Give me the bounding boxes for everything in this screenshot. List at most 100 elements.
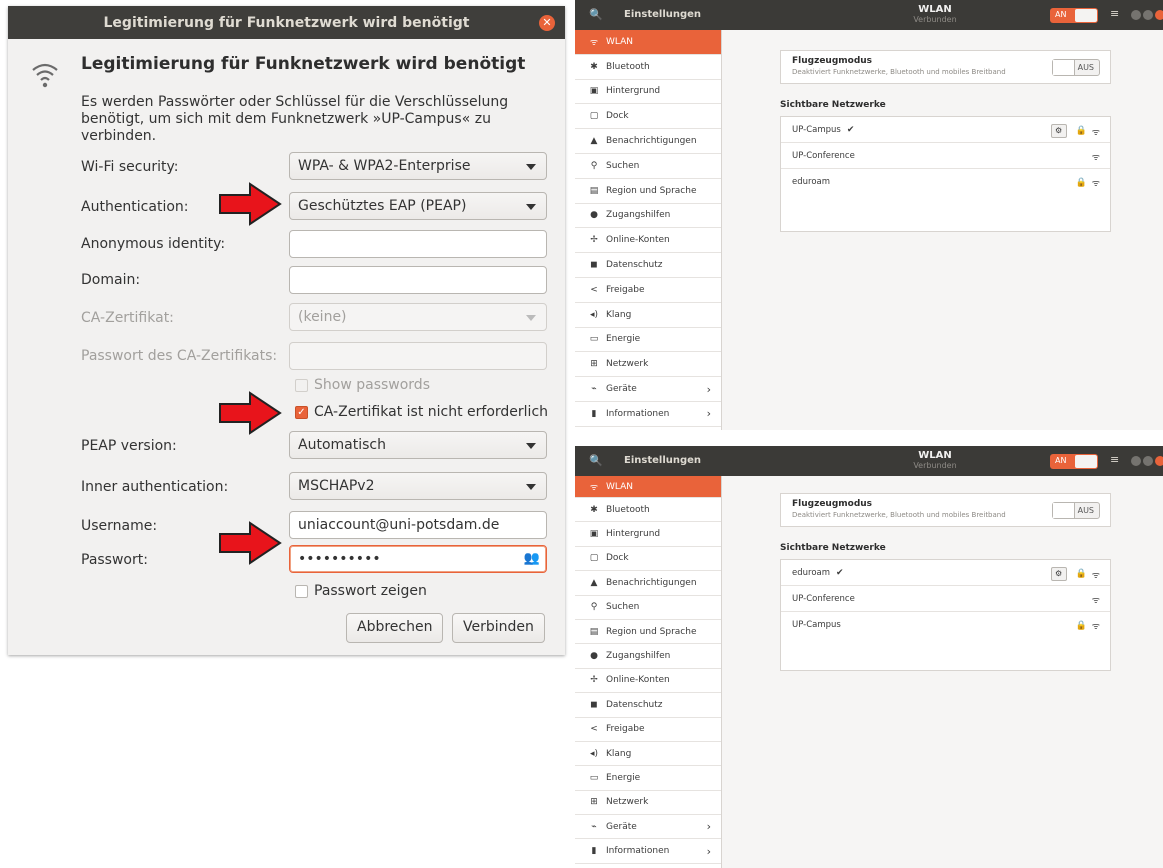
minimize-icon[interactable] bbox=[1131, 456, 1141, 466]
chevron-down-icon bbox=[526, 164, 536, 170]
peap-version-label: PEAP version: bbox=[81, 438, 177, 454]
sidebar-item-datenschutz[interactable]: ◼ Datenschutz bbox=[575, 693, 721, 718]
sidebar-item-label: Region und Sprache bbox=[606, 626, 697, 637]
network-name: eduroam bbox=[792, 567, 831, 578]
peap-version-combo[interactable]: Automatisch bbox=[289, 431, 547, 459]
privacy-icon: ◼ bbox=[590, 699, 598, 710]
checkmark-icon: ✓ bbox=[295, 405, 308, 419]
wifi-toggle[interactable]: AN bbox=[1050, 8, 1098, 23]
password-input[interactable]: •••••••••• 👥 bbox=[289, 545, 547, 573]
sidebar-item-informationen[interactable]: ▮ Informationen › bbox=[575, 402, 721, 427]
sidebar-item-benachrichtigungen[interactable]: ▲ Benachrichtigungen bbox=[575, 129, 721, 154]
menu-icon[interactable]: ≡ bbox=[1110, 453, 1119, 466]
username-input[interactable]: uniaccount@uni-potsdam.de bbox=[289, 511, 547, 539]
sidebar-item-geraete[interactable]: ⌁ Geräte › bbox=[575, 815, 721, 840]
wifi-signal-icon: ᯤ bbox=[1091, 127, 1100, 138]
airplane-mode-switch[interactable]: AUS bbox=[1052, 59, 1100, 76]
sidebar-item-netzwerk[interactable]: ⊞ Netzwerk bbox=[575, 352, 721, 378]
inner-auth-combo[interactable]: MSCHAPv2 bbox=[289, 472, 547, 500]
header-page-status: Verbunden bbox=[913, 461, 957, 470]
settings-headerbar: 🔍 Einstellungen WLAN Verbunden AN ≡ bbox=[575, 446, 1163, 476]
sidebar-item-bluetooth[interactable]: ✱ Bluetooth bbox=[575, 498, 721, 523]
close-icon[interactable] bbox=[1155, 456, 1163, 466]
sidebar-item-zugangshilfen[interactable]: ● Zugangshilfen bbox=[575, 204, 721, 229]
sidebar-item-label: Klang bbox=[606, 748, 632, 759]
authentication-combo[interactable]: Geschütztes EAP (PEAP) bbox=[289, 192, 547, 220]
wifi-security-combo[interactable]: WPA- & WPA2-Enterprise bbox=[289, 152, 547, 180]
chevron-right-icon: › bbox=[706, 407, 711, 421]
sidebar-item-freigabe[interactable]: < Freigabe bbox=[575, 718, 721, 742]
airplane-mode-switch[interactable]: AUS bbox=[1052, 502, 1100, 519]
sidebar-item-klang[interactable]: ◂) Klang bbox=[575, 303, 721, 328]
sidebar-item-benachrichtigungen[interactable]: ▲ Benachrichtigungen bbox=[575, 571, 721, 596]
wifi-signal-icon: ᯤ bbox=[1091, 179, 1100, 189]
anonymous-identity-input[interactable] bbox=[289, 230, 547, 258]
show-password-checkbox[interactable]: Passwort zeigen bbox=[295, 583, 427, 599]
network-list: UP-Campus ✔ ⚙ 🔒 ᯤ UP-Conference ᯤ eduroa… bbox=[780, 116, 1111, 232]
anonymous-identity-label: Anonymous identity: bbox=[81, 236, 226, 252]
sidebar-item-wlan[interactable]: ᯤ WLAN bbox=[575, 476, 721, 498]
search-icon[interactable]: 🔍 bbox=[589, 454, 603, 467]
sidebar-item-region[interactable]: ▤ Region und Sprache bbox=[575, 179, 721, 204]
wlan-panel: Flugzeugmodus Deaktiviert Funknetzwerke,… bbox=[780, 50, 1111, 232]
network-row[interactable]: UP-Campus ✔ ⚙ 🔒 ᯤ bbox=[781, 117, 1110, 143]
close-icon[interactable]: ✕ bbox=[539, 15, 555, 31]
sidebar-item-region[interactable]: ▤ Region und Sprache bbox=[575, 620, 721, 645]
search-icon[interactable]: 🔍 bbox=[589, 8, 603, 21]
cancel-button[interactable]: Abbrechen bbox=[346, 613, 444, 643]
network-row[interactable]: eduroam 🔒 ᯤ bbox=[781, 169, 1110, 195]
network-row[interactable]: eduroam ✔ ⚙ 🔒 ᯤ bbox=[781, 560, 1110, 586]
network-row[interactable]: UP-Conference ᯤ bbox=[781, 586, 1110, 612]
sidebar-item-wlan[interactable]: ᯤ WLAN bbox=[575, 30, 721, 55]
sidebar-item-bluetooth[interactable]: ✱ Bluetooth bbox=[575, 55, 721, 80]
sidebar-item-energie[interactable]: ▭ Energie bbox=[575, 766, 721, 791]
sidebar-item-zugangshilfen[interactable]: ● Zugangshilfen bbox=[575, 644, 721, 669]
ca-cert-combo: (keine) bbox=[289, 303, 547, 331]
network-row[interactable]: UP-Campus 🔒 ᯤ bbox=[781, 612, 1110, 638]
switch-knob bbox=[1053, 60, 1075, 75]
domain-input[interactable] bbox=[289, 266, 547, 294]
gear-icon[interactable]: ⚙ bbox=[1050, 567, 1067, 581]
minimize-icon[interactable] bbox=[1131, 10, 1141, 20]
connect-button[interactable]: Verbinden bbox=[452, 613, 545, 643]
maximize-icon[interactable] bbox=[1143, 456, 1153, 466]
ca-not-required-checkbox[interactable]: ✓ CA-Zertifikat ist nicht erforderlich bbox=[295, 404, 548, 420]
user-keys-icon[interactable]: 👥 bbox=[524, 551, 540, 566]
gear-icon[interactable]: ⚙ bbox=[1050, 124, 1067, 138]
dialog-description: Es werden Passwörter oder Schlüssel für … bbox=[81, 94, 509, 144]
privacy-icon: ◼ bbox=[590, 260, 598, 271]
power-icon: ▭ bbox=[589, 772, 599, 783]
network-row[interactable]: UP-Conference ᯤ bbox=[781, 143, 1110, 169]
maximize-icon[interactable] bbox=[1143, 10, 1153, 20]
share-icon: < bbox=[590, 284, 598, 295]
background-icon: ▣ bbox=[589, 529, 599, 540]
settings-sidebar: ᯤ WLAN ✱ Bluetooth ▣ Hintergrund ▢ Dock ▲ Ben… bbox=[575, 476, 722, 868]
sidebar-item-netzwerk[interactable]: ⊞ Netzwerk bbox=[575, 791, 721, 816]
network-status-icons: ᯤ bbox=[1092, 593, 1100, 606]
sidebar-item-suchen[interactable]: ⚲ Suchen bbox=[575, 596, 721, 620]
wifi-toggle[interactable]: AN bbox=[1050, 454, 1098, 469]
sidebar-item-hintergrund[interactable]: ▣ Hintergrund bbox=[575, 80, 721, 105]
sidebar-item-freigabe[interactable]: < Freigabe bbox=[575, 278, 721, 303]
network-name: UP-Campus bbox=[792, 620, 841, 630]
lock-icon: 🔒 bbox=[1075, 620, 1087, 631]
menu-icon[interactable]: ≡ bbox=[1110, 7, 1119, 20]
sidebar-item-informationen[interactable]: ▮ Informationen › bbox=[575, 839, 721, 864]
sidebar-item-suchen[interactable]: ⚲ Suchen bbox=[575, 154, 721, 179]
switch-label: AUS bbox=[1077, 63, 1094, 72]
sidebar-item-geraete[interactable]: ⌁ Geräte › bbox=[575, 377, 721, 402]
sidebar-item-online-konten[interactable]: ✢ Online-Konten bbox=[575, 228, 721, 254]
sidebar-item-online-konten[interactable]: ✢ Online-Konten bbox=[575, 669, 721, 694]
sidebar-item-klang[interactable]: ◂) Klang bbox=[575, 742, 721, 767]
close-icon[interactable] bbox=[1155, 10, 1163, 20]
dialog-titlebar[interactable]: Legitimierung für Funknetzwerk wird benö… bbox=[8, 6, 565, 39]
sidebar-item-energie[interactable]: ▭ Energie bbox=[575, 328, 721, 353]
sidebar-item-hintergrund[interactable]: ▣ Hintergrund bbox=[575, 522, 721, 547]
devices-icon: ⌁ bbox=[591, 384, 597, 395]
network-name: UP-Campus bbox=[792, 124, 841, 135]
sidebar-item-datenschutz[interactable]: ◼ Datenschutz bbox=[575, 253, 721, 278]
wifi-signal-icon: ᯤ bbox=[1091, 596, 1100, 606]
chevron-right-icon: › bbox=[706, 820, 711, 834]
sidebar-item-dock[interactable]: ▢ Dock bbox=[575, 547, 721, 572]
sidebar-item-dock[interactable]: ▢ Dock bbox=[575, 104, 721, 130]
